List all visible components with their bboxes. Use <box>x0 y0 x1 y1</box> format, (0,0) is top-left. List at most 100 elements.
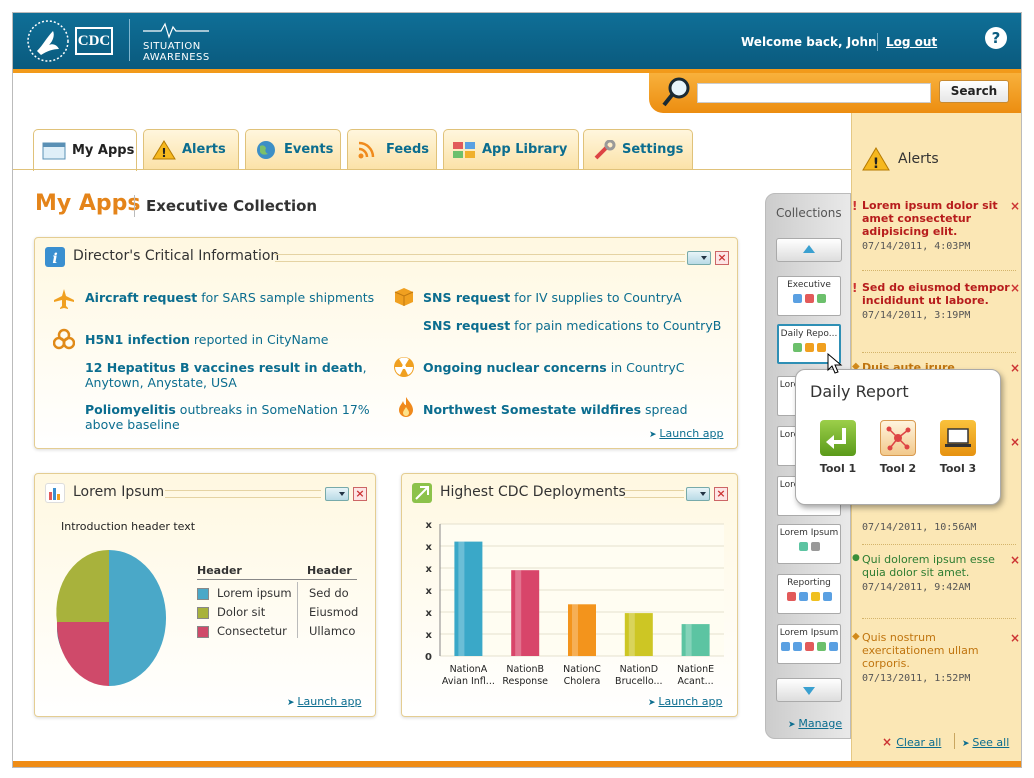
logout-link[interactable]: Log out <box>886 35 937 49</box>
legend-col2: Header <box>307 564 352 577</box>
deployments-panel: Highest CDC Deployments × 0 x x x x x x NationA… <box>401 473 738 717</box>
app-name-line1: SITUATION <box>143 41 201 52</box>
tool-1-button[interactable]: Tool 1 <box>816 420 860 475</box>
directors-item[interactable]: Poliomyelitis outbreaks in SomeNation 17… <box>85 402 375 432</box>
laptop-icon <box>940 420 976 456</box>
logo-divider <box>129 19 130 61</box>
globe-icon <box>254 140 278 160</box>
collection-card[interactable]: Lorem Ipsum <box>777 524 841 564</box>
help-icon[interactable]: ? <box>985 27 1007 49</box>
launch-app-link[interactable]: ➤ Launch app <box>287 694 361 708</box>
panel-grip[interactable] <box>165 490 321 498</box>
directors-item[interactable]: SNS request for pain medications to Coun… <box>423 318 723 333</box>
lorem-ipsum-panel: Lorem Ipsum × Introduction header text H… <box>34 473 376 717</box>
airplane-icon <box>54 289 74 309</box>
dismiss-alert-icon[interactable]: × <box>1010 435 1020 449</box>
alerts-footer-divider <box>954 733 955 749</box>
pie-chart <box>56 549 167 686</box>
collections-scroll-up-button[interactable] <box>776 238 842 262</box>
alert-item[interactable]: ● Qui dolorem ipsum esse quia dolor sit … <box>852 553 1020 619</box>
alert-item[interactable]: ◆ Quis nostrum exercitationem ullam corp… <box>852 631 1020 687</box>
deployments-bar-chart: 0xxxxxxNationAAvian Infl...NationBRespon… <box>425 520 724 687</box>
panel-close-button[interactable]: × <box>714 487 728 501</box>
airplane-icon <box>412 483 432 503</box>
clear-all-link[interactable]: × Clear all <box>882 735 941 749</box>
tab-label: Events <box>284 142 334 157</box>
directors-item[interactable]: 12 Hepatitus B vaccines result in death,… <box>85 360 375 390</box>
see-all-link[interactable]: ➤ See all <box>962 735 1009 749</box>
legend-col1: Header <box>197 564 242 577</box>
network-icon <box>880 420 916 456</box>
bar-highlight <box>458 541 465 656</box>
tool-2-button[interactable]: Tool 2 <box>876 420 920 475</box>
fire-icon <box>399 397 413 417</box>
dismiss-alert-icon[interactable]: × <box>1010 631 1020 645</box>
window-icon <box>42 141 66 161</box>
pie-slice <box>56 549 109 622</box>
manage-link[interactable]: ➤ Manage <box>788 716 842 730</box>
daily-report-popup: Daily Report Tool 1 Tool 2 Tool 3 <box>795 369 1001 505</box>
directors-item[interactable]: H5N1 infection reported in CityName <box>85 332 385 347</box>
tab-label: App Library <box>482 142 568 157</box>
intro-text: Introduction header text <box>61 520 196 533</box>
directors-item[interactable]: Northwest Somestate wildfires spread <box>423 402 723 417</box>
search-button[interactable]: Search <box>939 80 1009 103</box>
collection-card[interactable]: Reporting <box>777 574 841 614</box>
dismiss-alert-icon[interactable]: × <box>1010 553 1020 567</box>
rss-icon <box>356 140 380 160</box>
launch-app-link[interactable]: ➤ Launch app <box>648 694 722 708</box>
app-name: SITUATION AWARENESS <box>143 21 210 63</box>
directors-item[interactable]: SNS request for IV supplies to CountryA <box>423 290 723 305</box>
collection-card[interactable]: Lorem Ipsum <box>777 624 841 664</box>
hhs-eagle-logo <box>27 20 69 62</box>
y-tick-label: x <box>426 608 433 619</box>
tab-app-library[interactable]: App Library <box>443 129 579 169</box>
tab-events[interactable]: Events <box>245 129 341 169</box>
return-arrow-icon <box>820 420 856 456</box>
page-title: My Apps <box>35 191 141 216</box>
radiation-icon <box>394 357 414 377</box>
cdc-logo: CDC <box>75 27 113 55</box>
wrench-icon <box>592 139 616 160</box>
bar-chart-icon <box>45 483 65 503</box>
legend-row: Lorem ipsum Sed do <box>197 586 367 604</box>
tab-label: Settings <box>622 142 684 157</box>
panel-close-button[interactable]: × <box>715 251 729 265</box>
tab-alerts[interactable]: ! Alerts <box>143 129 239 169</box>
dismiss-alert-icon[interactable]: × <box>1010 361 1020 375</box>
bar-highlight <box>572 604 578 656</box>
dismiss-alert-icon[interactable]: × <box>1010 199 1020 213</box>
header-divider <box>877 33 878 51</box>
x-tick-label: Response <box>502 676 548 687</box>
panel-title: Highest CDC Deployments <box>440 484 626 500</box>
panel-grip[interactable] <box>275 254 685 262</box>
panel-menu-button[interactable] <box>687 251 711 265</box>
y-tick-label: 0 <box>425 652 432 663</box>
collections-scroll-down-button[interactable] <box>776 678 842 702</box>
x-tick-label: NationB <box>506 664 544 675</box>
x-tick-label: NationA <box>450 664 488 675</box>
dismiss-alert-icon[interactable]: × <box>1010 281 1020 295</box>
panel-menu-button[interactable] <box>325 487 349 501</box>
tab-settings[interactable]: Settings <box>583 129 693 169</box>
panel-close-button[interactable]: × <box>353 487 367 501</box>
mouse-cursor-icon <box>827 353 843 374</box>
y-tick-label: x <box>426 564 433 575</box>
panel-grip[interactable] <box>624 490 684 498</box>
tool-3-button[interactable]: Tool 3 <box>936 420 980 475</box>
pie-slice <box>109 550 167 686</box>
directors-item[interactable]: Aircraft request for SARS sample shipmen… <box>85 290 385 305</box>
tab-label: Feeds <box>386 142 430 157</box>
search-input[interactable] <box>697 83 931 103</box>
tab-feeds[interactable]: Feeds <box>347 129 437 169</box>
header-bar: CDC SITUATION AWARENESS Welcome back, Jo… <box>13 13 1021 69</box>
collections-title: Collections <box>776 206 842 220</box>
tab-my-apps[interactable]: My Apps <box>33 129 137 171</box>
alert-item[interactable]: ! Lorem ipsum dolor sit amet consectetur… <box>852 199 1020 271</box>
collection-card[interactable]: Executive <box>777 276 841 316</box>
legend-header: Header Header <box>197 564 357 580</box>
panel-menu-button[interactable] <box>686 487 710 501</box>
alert-item[interactable]: ! Sed do eiusmod tempor incididunt ut la… <box>852 281 1020 353</box>
launch-app-link[interactable]: ➤ Launch app <box>649 426 723 440</box>
directors-item[interactable]: Ongoing nuclear concerns in CountryC <box>423 360 723 375</box>
